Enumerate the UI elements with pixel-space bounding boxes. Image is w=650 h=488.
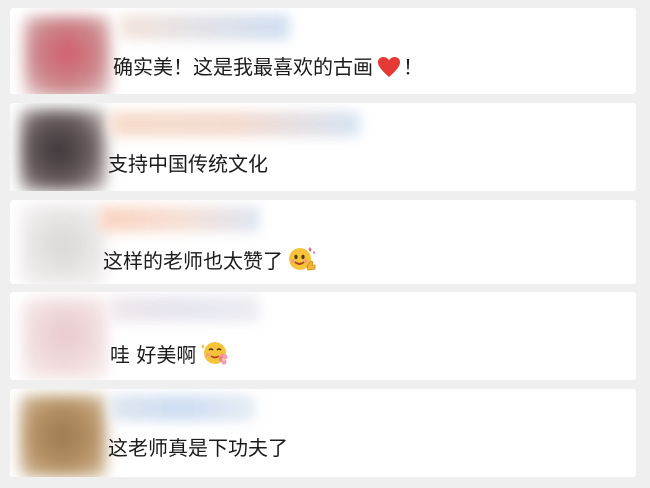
thumbs-up-smiley-icon: [287, 244, 317, 278]
username-blurred[interactable]: [110, 296, 260, 322]
avatar[interactable]: [22, 298, 108, 380]
comment-text-main: 这老师真是下功夫了: [108, 436, 288, 460]
comment-text: 这老师真是下功夫了: [108, 435, 288, 461]
red-heart-icon: [377, 56, 401, 84]
avatar[interactable]: [24, 16, 110, 94]
comment-card: 这样的老师也太赞了: [10, 200, 636, 284]
comment-text-main: 这样的老师也太赞了: [103, 249, 283, 273]
comment-text: 确实美！这是我最喜欢的古画 ！: [113, 54, 423, 84]
comment-card: 确实美！这是我最喜欢的古画 ！: [10, 8, 636, 94]
comment-text-main: 支持中国传统文化: [108, 152, 268, 176]
comment-text-main: 确实美！这是我最喜欢的古画: [113, 55, 373, 79]
username-blurred[interactable]: [110, 395, 255, 421]
flower-smiley-icon: [200, 338, 230, 372]
avatar[interactable]: [20, 109, 106, 191]
avatar[interactable]: [20, 395, 106, 477]
comment-card: 这老师真是下功夫了: [10, 389, 636, 477]
comment-text-main: 哇 好美啊: [110, 343, 197, 367]
comment-feed: 确实美！这是我最喜欢的古画！ 支持中国传统文化 这样的老师也太赞了 哇 好美啊 …: [0, 0, 650, 488]
username-blurred[interactable]: [100, 206, 260, 232]
comment-suffix: ！: [403, 55, 423, 79]
comment-card: 支持中国传统文化: [10, 103, 636, 191]
comment-card: 哇 好美啊: [10, 292, 636, 380]
comment-text: 支持中国传统文化: [108, 151, 268, 177]
username-blurred[interactable]: [110, 111, 360, 137]
comment-text: 哇 好美啊: [110, 338, 230, 372]
avatar[interactable]: [20, 204, 106, 284]
comment-text: 这样的老师也太赞了: [103, 244, 317, 278]
username-blurred[interactable]: [120, 14, 290, 40]
